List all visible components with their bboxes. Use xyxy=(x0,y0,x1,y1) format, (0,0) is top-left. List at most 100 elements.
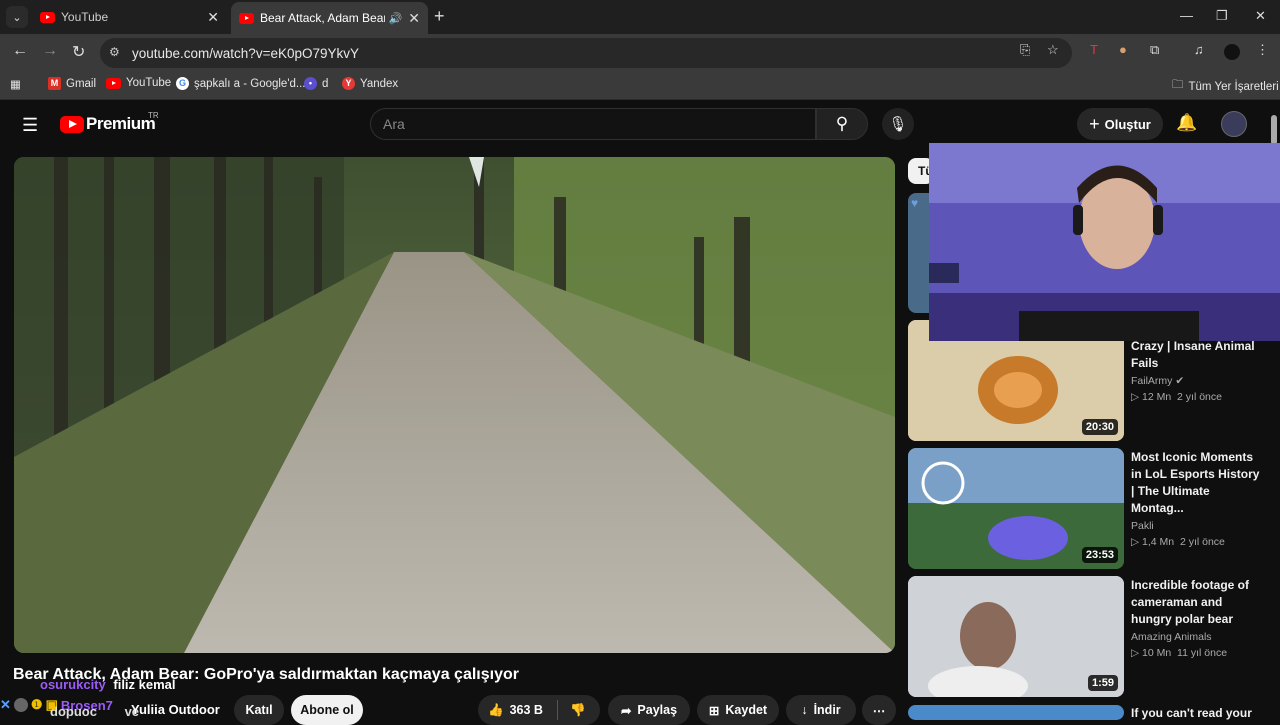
back-icon[interactable]: ← xyxy=(12,42,28,60)
tab-title: YouTube xyxy=(61,10,109,24)
like-dislike-group: 👍 363 B 👎 xyxy=(478,695,600,725)
search-button[interactable]: ⚲ xyxy=(816,108,868,140)
bookmark-star-icon[interactable]: ☆ xyxy=(1047,42,1059,58)
create-button[interactable]: + Oluştur xyxy=(1077,108,1163,140)
dislike-icon[interactable]: 👎 xyxy=(570,703,586,718)
recommendation-info[interactable]: Incredible footage of cameraman and hung… xyxy=(1131,577,1261,659)
play-icon: ▷ xyxy=(1131,536,1140,548)
reload-icon[interactable]: ↻ xyxy=(72,42,85,62)
site-icon: • xyxy=(304,77,317,90)
profile-icon[interactable] xyxy=(1224,44,1240,60)
all-bookmarks-label: Tüm Yer İşaretleri xyxy=(1188,80,1279,93)
download-button[interactable]: ↓ İndir xyxy=(786,695,856,725)
recommendation-title[interactable]: Incredible footage of cameraman and hung… xyxy=(1131,577,1261,628)
join-button[interactable]: Katıl xyxy=(234,695,284,725)
extensions-puzzle-icon[interactable]: ⧉ xyxy=(1150,42,1159,58)
download-icon: ↓ xyxy=(801,703,808,717)
all-bookmarks[interactable]: 🗀 Tüm Yer İşaretleri xyxy=(1172,77,1279,96)
recommendation-info[interactable]: Most Iconic Moments in LoL Esports Histo… xyxy=(1131,449,1261,548)
recommendation-thumbnail[interactable]: 1:59 xyxy=(908,576,1124,697)
tab-search-button[interactable]: ⌄ xyxy=(6,6,28,28)
play-icon: ▷ xyxy=(1131,391,1140,403)
search-icon: ⚲ xyxy=(835,114,849,133)
share-icon: ➦ xyxy=(620,703,632,718)
microphone-icon: 🎙 xyxy=(888,116,908,133)
tab-bear-attack[interactable]: Bear Attack, Adam Bear: Go 🔊 ✕ xyxy=(231,2,428,34)
bookmark-yandex[interactable]: Y Yandex xyxy=(342,77,398,90)
menu-hamburger-icon[interactable]: ☰ xyxy=(22,115,38,136)
badge-icon: ❶ xyxy=(30,697,43,712)
avatar[interactable] xyxy=(1221,111,1247,137)
youtube-icon xyxy=(106,77,121,89)
bookmark-label: YouTube xyxy=(126,77,172,89)
bookmark-google[interactable]: G şapkalı a - Google'd... xyxy=(176,77,306,90)
recommendation-title[interactable]: If you can't read your xyxy=(1131,705,1261,722)
recommendation-thumbnail[interactable] xyxy=(908,705,1124,720)
tab-youtube[interactable]: YouTube ✕ xyxy=(32,2,227,32)
subscribe-button[interactable]: Abone ol xyxy=(291,695,363,725)
youtube-premium-logo[interactable]: Premium TR xyxy=(60,111,159,134)
bookmark-label: d xyxy=(322,77,329,90)
share-label: Paylaş xyxy=(637,703,678,717)
window-close-icon[interactable]: ✕ xyxy=(1255,8,1266,24)
address-bar[interactable]: ⚙ youtube.com/watch?v=eK0pO79YkvY xyxy=(100,38,1072,68)
video-frame xyxy=(14,157,895,653)
recommendation-info[interactable]: Crazy | Insane Animal Fails FailArmy ✔ ▷… xyxy=(1131,338,1261,403)
speaker-icon[interactable]: 🔊 xyxy=(389,12,403,25)
bookmark-youtube[interactable]: YouTube xyxy=(106,77,171,89)
extension-translate-icon[interactable]: T xyxy=(1090,42,1098,57)
video-player[interactable] xyxy=(14,157,895,653)
notifications-bell-icon[interactable]: 🔔 xyxy=(1176,113,1197,133)
recommendation-title[interactable]: Most Iconic Moments in LoL Esports Histo… xyxy=(1131,449,1261,517)
recommendation-title[interactable]: Crazy | Insane Animal Fails xyxy=(1131,338,1261,372)
streamer-webcam-overlay xyxy=(929,143,1280,341)
bookmark-d[interactable]: • d xyxy=(304,77,328,90)
folder-icon: 🗀 xyxy=(1172,79,1184,91)
minimize-icon[interactable]: — xyxy=(1180,8,1193,23)
subscribe-label: Abone ol xyxy=(300,703,354,717)
browser-tab-bar: ⌄ YouTube ✕ Bear Attack, Adam Bear: Go 🔊… xyxy=(0,0,1280,34)
chat-message: dopuoc ve xyxy=(50,704,139,719)
maximize-icon[interactable]: ❐ xyxy=(1216,8,1228,24)
voice-search-button[interactable]: 🎙 xyxy=(882,108,914,140)
channel-name[interactable]: Yuliia Outdoor xyxy=(131,702,220,717)
chat-username: dopuoc xyxy=(50,704,97,719)
bookmark-gmail[interactable]: M Gmail xyxy=(48,77,96,90)
share-button[interactable]: ➦ Paylaş xyxy=(608,695,690,725)
close-tab-icon[interactable]: ✕ xyxy=(207,9,219,26)
recommendation-channel[interactable]: FailArmy xyxy=(1131,375,1172,387)
extension-cookie-icon[interactable]: ● xyxy=(1119,42,1127,57)
forward-icon[interactable]: → xyxy=(42,42,58,60)
media-control-icon[interactable]: ♫ xyxy=(1194,42,1204,57)
site-info-icon[interactable]: ⚙ xyxy=(109,45,120,59)
recommendation-thumbnail[interactable]: 23:53 xyxy=(908,448,1124,569)
yandex-icon: Y xyxy=(342,77,355,90)
view-count: 1,4 Mn xyxy=(1142,536,1175,548)
upload-age: 2 yıl önce xyxy=(1179,536,1225,548)
youtube-favicon-icon xyxy=(40,11,55,23)
like-count[interactable]: 363 B xyxy=(510,703,543,717)
bookmarks-bar: ▦ M Gmail YouTube G şapkalı a - Google'd… xyxy=(0,72,1280,100)
more-actions-button[interactable]: ⋯ xyxy=(862,695,896,725)
close-tab-icon[interactable]: ✕ xyxy=(408,10,420,27)
new-tab-button[interactable]: + xyxy=(434,6,445,27)
upload-age: 11 yıl önce xyxy=(1177,647,1228,659)
search-input[interactable]: Ara xyxy=(370,108,816,140)
bookmark-label: Yandex xyxy=(360,77,399,90)
browser-toolbar: ← → ↻ ⚙ youtube.com/watch?v=eK0pO79YkvY … xyxy=(0,34,1280,72)
apps-grid-icon[interactable]: ▦ xyxy=(10,77,21,91)
save-playlist-icon: ⊞ xyxy=(708,703,720,718)
google-icon: G xyxy=(176,77,189,90)
youtube-logo-icon xyxy=(60,115,84,133)
recommendation-channel[interactable]: Amazing Animals xyxy=(1131,631,1261,643)
like-icon[interactable]: 👍 xyxy=(488,703,504,718)
save-button[interactable]: ⊞ Kaydet xyxy=(697,695,779,725)
install-app-icon[interactable]: ⎘ xyxy=(1020,42,1030,58)
scrollbar-thumb[interactable] xyxy=(1271,115,1277,145)
tab-title: Bear Attack, Adam Bear: Go xyxy=(260,11,385,25)
recommendation-channel[interactable]: Pakli xyxy=(1131,520,1261,532)
webcam-image xyxy=(929,143,1280,341)
browser-menu-icon[interactable]: ⋮ xyxy=(1256,42,1269,58)
recommendation-info[interactable]: If you can't read your xyxy=(1131,705,1261,722)
chevron-down-icon: ⌄ xyxy=(12,11,22,24)
